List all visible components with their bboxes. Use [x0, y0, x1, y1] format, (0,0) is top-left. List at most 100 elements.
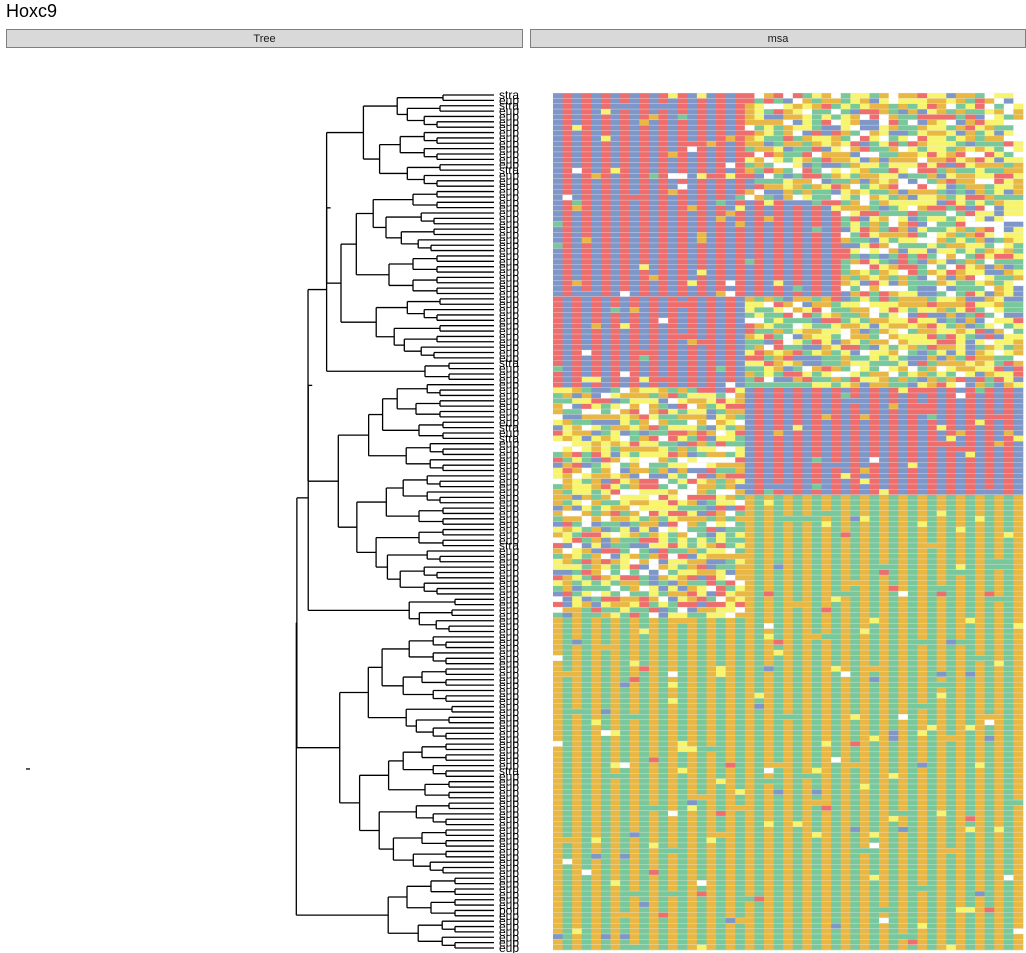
- msa-cell: [668, 248, 678, 254]
- msa-cell: [850, 317, 861, 324]
- msa-cell: [1003, 467, 1014, 474]
- msa-cell: [888, 542, 899, 549]
- msa-cell: [764, 484, 774, 490]
- msa-cell: [811, 366, 822, 372]
- msa-cell: [955, 307, 966, 313]
- msa-cell: [706, 285, 717, 292]
- msa-cell: [687, 141, 698, 147]
- msa-cell: [879, 259, 890, 265]
- msa-cell: [629, 457, 640, 463]
- msa-cell: [1003, 184, 1014, 190]
- msa-cell: [879, 103, 890, 110]
- msa-cell: [879, 280, 890, 287]
- msa-cell: [792, 98, 803, 104]
- msa-cell: [888, 371, 899, 378]
- msa-cell: [1003, 489, 1014, 495]
- msa-cell: [754, 500, 765, 506]
- msa-cell: [859, 414, 870, 420]
- msa-cell: [783, 280, 794, 287]
- msa-cell: [716, 462, 726, 469]
- msa-cell: [879, 339, 890, 345]
- msa-cell: [668, 328, 678, 335]
- msa-cell: [735, 323, 746, 329]
- msa-cell: [811, 371, 822, 378]
- msa-cell: [859, 328, 870, 335]
- msa-cell: [831, 558, 842, 565]
- msa-cell: [811, 382, 822, 388]
- msa-cell: [706, 532, 717, 538]
- msa-cell: [975, 371, 985, 378]
- msa-cell: [811, 130, 822, 137]
- msa-cell: [811, 441, 822, 447]
- msa-cell: [811, 275, 822, 281]
- msa-cell: [735, 500, 746, 506]
- msa-cell: [677, 226, 688, 233]
- msa-cell: [840, 542, 851, 549]
- msa-cell: [600, 392, 611, 399]
- msa-cell: [658, 296, 669, 303]
- msa-cell: [572, 162, 583, 169]
- msa-cell: [553, 500, 563, 506]
- msa-cell: [648, 189, 659, 195]
- msa-cell: [773, 328, 784, 335]
- msa-cell: [696, 125, 707, 131]
- msa-cell: [687, 296, 698, 303]
- msa-cell: [754, 264, 765, 270]
- msa-cell: [927, 275, 937, 281]
- msa-cell: [840, 312, 851, 319]
- msa-cell: [629, 296, 640, 303]
- msa-cell: [754, 135, 765, 142]
- msa-cell: [696, 350, 707, 356]
- msa-cell: [975, 542, 985, 549]
- msa-cell: [696, 184, 707, 190]
- msa-cell: [821, 157, 832, 163]
- msa-cell: [562, 467, 573, 474]
- msa-cell: [735, 521, 746, 528]
- msa-cell: [965, 167, 976, 174]
- msa-cell: [639, 376, 650, 383]
- msa-cell: [840, 323, 851, 329]
- msa-cell: [907, 516, 918, 522]
- msa-cell: [936, 526, 947, 533]
- msa-cell: [764, 119, 774, 126]
- msa-cell: [773, 184, 784, 190]
- msa-cell: [879, 548, 890, 554]
- msa-cell: [572, 500, 583, 506]
- msa-cell: [975, 510, 985, 517]
- msa-cell: [850, 398, 861, 404]
- msa-cell: [811, 489, 822, 495]
- msa-cell: [946, 296, 957, 303]
- msa-cell: [821, 280, 832, 287]
- msa-cell: [553, 457, 563, 463]
- msa-cell: [888, 537, 899, 544]
- msa-cell: [821, 467, 832, 474]
- msa-cell: [859, 264, 870, 270]
- msa-cell: [955, 296, 966, 303]
- msa-cell: [725, 446, 736, 453]
- msa-cell: [706, 350, 717, 356]
- msa-cell: [946, 317, 957, 324]
- msa-cell: [553, 216, 563, 222]
- msa-cell: [677, 446, 688, 453]
- msa-cell: [572, 564, 583, 570]
- msa-cell: [706, 451, 717, 458]
- msa-cell: [821, 328, 832, 335]
- msa-cell: [562, 532, 573, 538]
- msa-cell: [725, 146, 736, 153]
- msa-cell: [562, 221, 573, 228]
- msa-cell: [994, 334, 1005, 340]
- msa-cell: [553, 103, 563, 110]
- msa-cell: [955, 130, 966, 137]
- msa-cell: [648, 484, 659, 490]
- msa-cell: [706, 425, 717, 431]
- msa-cell: [936, 269, 947, 276]
- msa-cell: [773, 323, 784, 329]
- msa-cell: [668, 103, 678, 110]
- msa-cell: [879, 392, 890, 399]
- msa-cell: [936, 328, 947, 335]
- msa-cell: [955, 435, 966, 442]
- msa-cell: [696, 526, 707, 533]
- msa-cell: [802, 403, 813, 410]
- msa-cell: [975, 301, 985, 308]
- msa-cell: [706, 435, 717, 442]
